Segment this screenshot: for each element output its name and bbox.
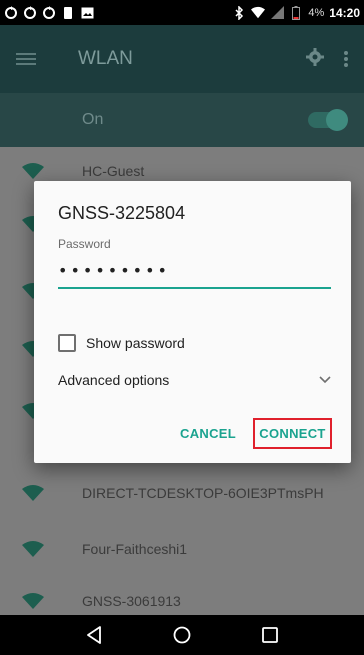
wifi-connect-dialog: GNSS-3225804 Password Show password Adva…: [34, 181, 351, 463]
list-item-network[interactable]: DIRECT-TCDESKTOP-6OIE3PTmsPH: [0, 469, 364, 517]
wlan-switch-row[interactable]: On: [0, 93, 364, 147]
battery-percent: 4%: [308, 6, 325, 19]
network-ssid: Four-Faithceshi1: [82, 541, 188, 557]
app-toolbar: WLAN: [0, 25, 364, 93]
wlan-toggle[interactable]: [308, 109, 348, 131]
show-password-checkbox[interactable]: [58, 334, 76, 352]
wifi-signal-icon: [22, 485, 44, 501]
sync-icon: [4, 5, 18, 20]
password-field[interactable]: [58, 255, 331, 289]
cancel-button[interactable]: CANCEL: [180, 426, 236, 441]
sim-icon: [61, 6, 75, 20]
wifi-icon: [251, 6, 266, 20]
advanced-options-label: Advanced options: [58, 372, 170, 388]
bluetooth-icon: [232, 5, 246, 20]
password-label: Password: [58, 237, 111, 251]
status-right-icons: 4% 14:20: [232, 5, 360, 20]
show-password-row[interactable]: Show password: [58, 334, 185, 352]
status-bar: 4% 14:20: [0, 0, 364, 25]
battery-icon: [289, 5, 303, 20]
toggle-knob: [326, 109, 348, 131]
network-ssid: HC-Guest: [82, 163, 145, 179]
wifi-signal-icon: [22, 593, 44, 609]
switch-label: On: [82, 111, 104, 128]
page-title: WLAN: [78, 48, 133, 69]
sync-icon: [42, 5, 56, 20]
back-icon[interactable]: [79, 620, 109, 650]
wifi-signal-icon: [22, 541, 44, 557]
network-ssid: DIRECT-TCDESKTOP-6OIE3PTmsPH: [82, 485, 324, 501]
menu-icon[interactable]: [16, 51, 38, 67]
dialog-title: GNSS-3225804: [58, 203, 186, 223]
network-ssid: GNSS-3061913: [82, 593, 181, 609]
wifi-signal-icon: [22, 163, 44, 179]
system-nav-bar: [0, 615, 364, 655]
connect-button[interactable]: CONNECT: [253, 418, 332, 449]
advanced-options-row[interactable]: Advanced options: [58, 371, 331, 389]
chevron-down-icon[interactable]: [319, 371, 331, 389]
show-password-label: Show password: [86, 335, 185, 351]
gear-icon[interactable]: [306, 47, 324, 71]
image-icon: [80, 6, 94, 20]
sync-icon: [23, 5, 37, 20]
status-left-icons: [4, 5, 94, 20]
more-options-icon[interactable]: [344, 49, 348, 69]
recents-icon[interactable]: [255, 620, 285, 650]
no-signal-icon: [270, 6, 284, 20]
clock: 14:20: [329, 5, 360, 20]
list-item-network[interactable]: Four-Faithceshi1: [0, 525, 364, 573]
home-icon[interactable]: [167, 620, 197, 650]
